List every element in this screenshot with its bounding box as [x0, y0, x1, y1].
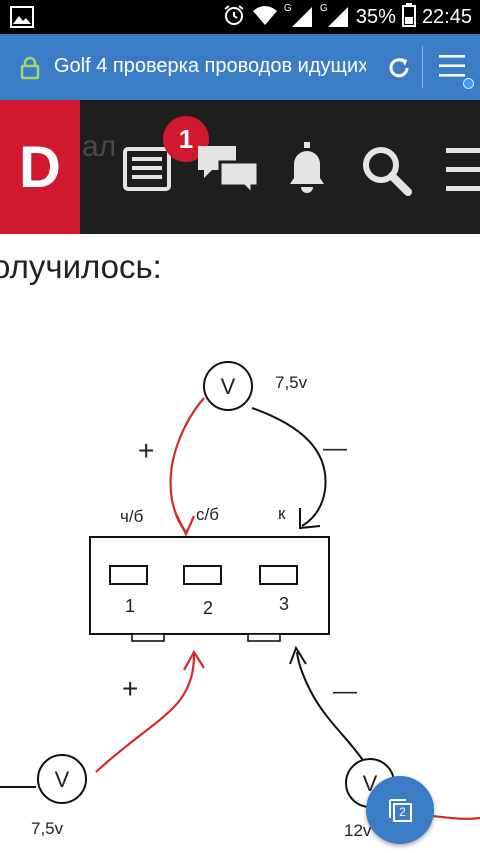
top-voltage-label: 7,5v [275, 373, 308, 392]
browser-url-bar: Golf 4 проверка проводов идущих к [0, 34, 480, 100]
plus-sign-top: + [138, 435, 154, 466]
battery-icon [401, 2, 416, 32]
wifi-icon [252, 4, 278, 31]
signal-icon-2: G [319, 3, 350, 29]
plus-sign-bottom: + [122, 673, 138, 704]
pin-slot-1 [109, 565, 148, 585]
status-bar: G G 35% 22:45 [0, 0, 480, 34]
connector-body [89, 536, 330, 635]
pin-label-1: ч/б [120, 507, 144, 526]
feed-icon[interactable] [122, 146, 172, 197]
pin-number-3: 3 [279, 594, 289, 614]
page-title[interactable]: Golf 4 проверка проводов идущих к [54, 55, 366, 81]
article-text: олучилось: [0, 248, 162, 285]
pin-label-3: к [278, 504, 286, 523]
tabs-icon: 2 [386, 796, 414, 824]
site-header: D ал 1 [0, 100, 480, 234]
bottom-left-voltage-label: 7,5v [31, 819, 64, 838]
minus-sign-top: — [323, 435, 347, 462]
obscured-heading-text: ал [82, 130, 117, 163]
pin-number-2: 2 [203, 598, 213, 618]
battery-percent: 35% [355, 5, 396, 28]
hamburger-menu-icon[interactable] [444, 148, 480, 197]
pin-label-2: с/б [196, 505, 219, 524]
search-icon[interactable] [360, 144, 414, 203]
pin-number-1: 1 [125, 596, 135, 616]
signal-type-label: G [283, 3, 292, 14]
site-logo[interactable]: D [0, 100, 80, 234]
black-wire-top [251, 407, 327, 527]
lock-icon [20, 56, 40, 85]
gallery-notification-icon [10, 6, 34, 33]
bottom-right-voltage-label: 12v [344, 821, 372, 840]
bell-icon[interactable] [282, 140, 332, 201]
minus-sign-bottom: — [333, 678, 357, 705]
tabs-count: 2 [399, 805, 406, 819]
red-wire-bottom [95, 653, 196, 773]
red-wire-right-lead [431, 814, 480, 820]
clock: 22:45 [421, 5, 472, 28]
connector-tab-right [247, 633, 281, 642]
update-indicator-dot [463, 78, 474, 89]
logo-letter: D [19, 134, 61, 200]
menu-icon[interactable] [438, 52, 466, 85]
toolbar-divider [422, 46, 423, 88]
voltmeter-symbol: V [55, 767, 70, 792]
pin-slot-3 [259, 565, 298, 585]
pin-slot-2 [183, 565, 222, 585]
connector-tab-left [131, 633, 165, 642]
tabs-switcher-button[interactable]: 2 [366, 776, 434, 844]
signal-type-label: G [319, 3, 328, 14]
alarm-icon [222, 3, 246, 32]
reload-icon[interactable] [386, 55, 412, 86]
red-arrow-top [175, 513, 196, 537]
signal-icon-1: G [283, 3, 314, 29]
black-wire-bottom [296, 651, 365, 763]
voltmeter-symbol: V [221, 374, 236, 399]
messages-icon[interactable] [196, 142, 260, 201]
